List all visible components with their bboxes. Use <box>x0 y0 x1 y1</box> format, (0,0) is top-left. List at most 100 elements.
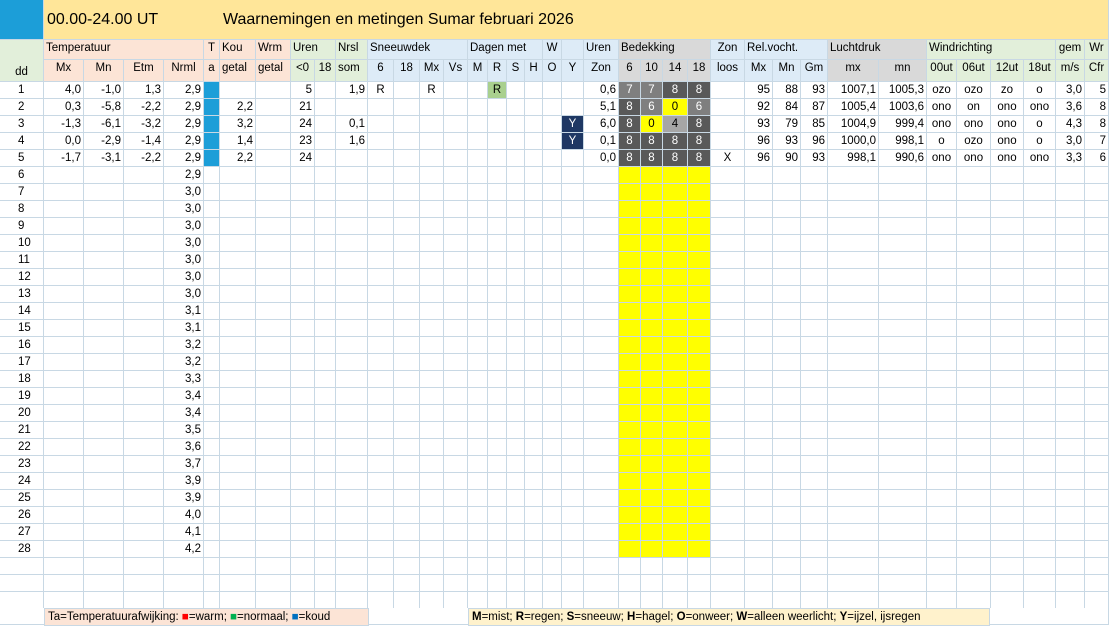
cell-s6[interactable] <box>368 252 394 269</box>
cell-cfr[interactable] <box>1085 439 1109 456</box>
cell-w06[interactable] <box>957 388 991 405</box>
cell-dr[interactable] <box>488 218 507 235</box>
cell-w12[interactable] <box>991 235 1024 252</box>
cell-lt0[interactable] <box>291 456 315 473</box>
cell-kou[interactable] <box>220 201 256 218</box>
cell-loos[interactable] <box>711 354 745 371</box>
cell-svs[interactable] <box>444 507 468 524</box>
header-wind-18[interactable]: 18ut <box>1024 60 1056 82</box>
cell-u18[interactable] <box>315 575 336 592</box>
cell-b14[interactable] <box>663 507 688 524</box>
cell-w00[interactable]: o <box>927 133 957 150</box>
cell-y[interactable] <box>562 575 584 592</box>
cell-w06[interactable] <box>957 303 991 320</box>
cell-ta[interactable] <box>204 286 220 303</box>
cell-etm[interactable] <box>124 456 164 473</box>
header-bedekking[interactable]: Bedekking <box>619 40 711 60</box>
cell-wo[interactable] <box>543 371 562 388</box>
cell-lmn[interactable]: 990,6 <box>879 150 927 167</box>
cell-lmn[interactable] <box>879 286 927 303</box>
cell-u18[interactable] <box>315 133 336 150</box>
cell-b10[interactable] <box>641 337 663 354</box>
cell-etm[interactable] <box>124 422 164 439</box>
cell-w06[interactable] <box>957 558 991 575</box>
header-bedekking-18[interactable]: 18 <box>688 60 711 82</box>
cell-zon[interactable] <box>584 439 619 456</box>
cell-rgm[interactable] <box>801 269 828 286</box>
cell-dh[interactable] <box>525 473 543 490</box>
cell-smx[interactable] <box>420 252 444 269</box>
cell-w18[interactable] <box>1024 456 1056 473</box>
cell-b14[interactable] <box>663 388 688 405</box>
cell-lt0[interactable] <box>291 303 315 320</box>
cell-rgm[interactable] <box>801 167 828 184</box>
cell-gem[interactable] <box>1056 422 1085 439</box>
cell-kou[interactable] <box>220 490 256 507</box>
cell-w06[interactable] <box>957 507 991 524</box>
cell-s6[interactable] <box>368 456 394 473</box>
cell-zon[interactable] <box>584 320 619 337</box>
cell-zon[interactable] <box>584 286 619 303</box>
cell-w18[interactable]: ono <box>1024 150 1056 167</box>
cell-b18[interactable]: 6 <box>688 99 711 116</box>
cell-b10[interactable] <box>641 303 663 320</box>
cell-s18[interactable] <box>394 473 420 490</box>
cell-b14[interactable] <box>663 167 688 184</box>
cell-b10[interactable] <box>641 201 663 218</box>
cell-lt0[interactable] <box>291 269 315 286</box>
cell-nrml[interactable]: 3,1 <box>164 303 204 320</box>
cell-mx[interactable] <box>44 320 84 337</box>
cell-ds[interactable] <box>507 422 525 439</box>
cell-mn[interactable] <box>84 286 124 303</box>
cell-w18[interactable]: ono <box>1024 99 1056 116</box>
cell-b10[interactable] <box>641 473 663 490</box>
cell-svs[interactable] <box>444 235 468 252</box>
cell-nrml[interactable] <box>164 592 204 609</box>
cell-w00[interactable] <box>927 167 957 184</box>
cell-svs[interactable] <box>444 388 468 405</box>
cell-dd[interactable] <box>0 575 44 592</box>
cell-dd[interactable]: 18 <box>0 371 44 388</box>
cell-svs[interactable] <box>444 303 468 320</box>
cell-s18[interactable] <box>394 575 420 592</box>
cell-b18[interactable] <box>688 354 711 371</box>
cell-wo[interactable] <box>543 541 562 558</box>
cell-lmn[interactable] <box>879 252 927 269</box>
cell-etm[interactable]: -1,4 <box>124 133 164 150</box>
cell-wrm[interactable] <box>256 303 291 320</box>
cell-kou[interactable] <box>220 405 256 422</box>
cell-dr[interactable] <box>488 150 507 167</box>
cell-mn[interactable]: -5,8 <box>84 99 124 116</box>
cell-u18[interactable] <box>315 558 336 575</box>
cell-lt0[interactable] <box>291 490 315 507</box>
cell-w18[interactable]: o <box>1024 116 1056 133</box>
cell-s6[interactable] <box>368 575 394 592</box>
cell-y[interactable] <box>562 167 584 184</box>
cell-loos[interactable] <box>711 82 745 99</box>
cell-mx[interactable] <box>44 490 84 507</box>
cell-ds[interactable] <box>507 303 525 320</box>
cell-dd[interactable]: 4 <box>0 133 44 150</box>
cell-mx[interactable] <box>44 252 84 269</box>
cell-dr[interactable] <box>488 269 507 286</box>
cell-b18[interactable] <box>688 218 711 235</box>
cell-rmn[interactable]: 84 <box>773 99 801 116</box>
cell-b18[interactable] <box>688 490 711 507</box>
cell-w06[interactable]: ozo <box>957 133 991 150</box>
cell-rmx[interactable] <box>745 388 773 405</box>
header-bedekking-10[interactable]: 10 <box>641 60 663 82</box>
cell-w00[interactable] <box>927 405 957 422</box>
cell-w06[interactable] <box>957 167 991 184</box>
cell-loos[interactable] <box>711 252 745 269</box>
cell-nrsl[interactable] <box>336 286 368 303</box>
cell-ds[interactable] <box>507 507 525 524</box>
cell-cfr[interactable] <box>1085 490 1109 507</box>
cell-lmx[interactable] <box>828 303 879 320</box>
cell-w12[interactable] <box>991 354 1024 371</box>
cell-ds[interactable] <box>507 388 525 405</box>
cell-dd[interactable]: 3 <box>0 116 44 133</box>
cell-dr[interactable] <box>488 167 507 184</box>
cell-cfr[interactable] <box>1085 558 1109 575</box>
cell-rgm[interactable] <box>801 337 828 354</box>
cell-b14[interactable] <box>663 422 688 439</box>
